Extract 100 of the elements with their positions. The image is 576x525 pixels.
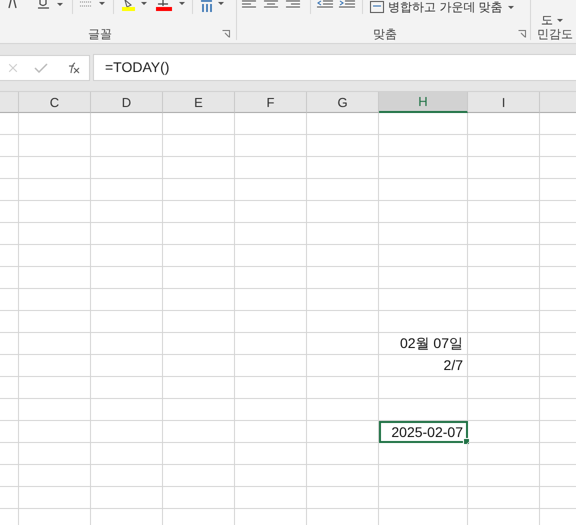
- table-cell[interactable]: [91, 399, 163, 421]
- table-cell[interactable]: [0, 223, 19, 245]
- table-cell[interactable]: [235, 465, 307, 487]
- table-cell[interactable]: [0, 487, 19, 509]
- table-cell[interactable]: [91, 333, 163, 355]
- table-cell[interactable]: [235, 201, 307, 223]
- table-cell[interactable]: [91, 223, 163, 245]
- table-cell[interactable]: [235, 355, 307, 377]
- table-cell[interactable]: [379, 267, 468, 289]
- table-cell[interactable]: [163, 311, 235, 333]
- table-cell[interactable]: [91, 201, 163, 223]
- table-cell[interactable]: [235, 245, 307, 267]
- table-cell[interactable]: [91, 135, 163, 157]
- table-cell[interactable]: [0, 443, 19, 465]
- table-cell[interactable]: [468, 311, 540, 333]
- table-cell[interactable]: [307, 157, 379, 179]
- table-cell[interactable]: [0, 135, 19, 157]
- table-cell[interactable]: [163, 443, 235, 465]
- table-cell[interactable]: [91, 245, 163, 267]
- table-cell[interactable]: [468, 135, 540, 157]
- table-cell[interactable]: [468, 487, 540, 509]
- column-header[interactable]: D: [91, 92, 163, 113]
- table-cell[interactable]: [0, 421, 19, 443]
- table-cell[interactable]: [307, 267, 379, 289]
- table-cell[interactable]: [307, 135, 379, 157]
- table-cell[interactable]: [163, 135, 235, 157]
- table-cell[interactable]: [91, 311, 163, 333]
- enter-check-icon[interactable]: [34, 62, 48, 72]
- table-cell[interactable]: [468, 245, 540, 267]
- table-cell[interactable]: [307, 487, 379, 509]
- table-cell[interactable]: [91, 421, 163, 443]
- table-cell[interactable]: [0, 355, 19, 377]
- table-cell[interactable]: [91, 465, 163, 487]
- table-cell[interactable]: [163, 377, 235, 399]
- table-cell[interactable]: [468, 201, 540, 223]
- column-header[interactable]: H: [379, 92, 468, 113]
- table-cell[interactable]: [19, 179, 91, 201]
- table-cell[interactable]: [307, 311, 379, 333]
- table-cell[interactable]: [468, 333, 540, 355]
- table-cell[interactable]: [379, 377, 468, 399]
- table-cell[interactable]: [468, 157, 540, 179]
- table-cell[interactable]: [163, 201, 235, 223]
- table-cell[interactable]: [19, 223, 91, 245]
- table-cell[interactable]: [379, 289, 468, 311]
- table-cell[interactable]: [163, 245, 235, 267]
- dialog-launcher-icon[interactable]: [222, 30, 230, 38]
- table-cell[interactable]: [468, 465, 540, 487]
- column-header[interactable]: E: [163, 92, 235, 113]
- table-cell[interactable]: [307, 289, 379, 311]
- table-cell[interactable]: [307, 179, 379, 201]
- table-cell[interactable]: [19, 333, 91, 355]
- font-color-icon[interactable]: [156, 0, 186, 12]
- align-right-icon[interactable]: [286, 0, 300, 8]
- table-cell[interactable]: [91, 443, 163, 465]
- table-cell[interactable]: [468, 179, 540, 201]
- table-cell[interactable]: [19, 443, 91, 465]
- table-cell[interactable]: [468, 289, 540, 311]
- table-cell[interactable]: [0, 311, 19, 333]
- table-cell[interactable]: [163, 421, 235, 443]
- table-cell[interactable]: [0, 179, 19, 201]
- table-cell[interactable]: [235, 421, 307, 443]
- column-header[interactable]: C: [19, 92, 91, 113]
- table-cell[interactable]: [307, 465, 379, 487]
- table-cell[interactable]: [91, 157, 163, 179]
- table-cell[interactable]: [468, 113, 540, 135]
- column-header[interactable]: I: [468, 92, 540, 113]
- table-cell[interactable]: [379, 311, 468, 333]
- table-cell[interactable]: [307, 223, 379, 245]
- table-cell[interactable]: [379, 487, 468, 509]
- table-cell[interactable]: [19, 113, 91, 135]
- table-cell[interactable]: [163, 223, 235, 245]
- table-cell[interactable]: [468, 355, 540, 377]
- table-cell[interactable]: [0, 201, 19, 223]
- table-cell[interactable]: [19, 465, 91, 487]
- table-cell[interactable]: [468, 267, 540, 289]
- table-cell[interactable]: [0, 245, 19, 267]
- table-cell[interactable]: 2/7: [379, 355, 468, 377]
- table-cell[interactable]: [235, 289, 307, 311]
- table-cell[interactable]: [235, 333, 307, 355]
- table-cell[interactable]: [307, 355, 379, 377]
- table-cell[interactable]: [379, 113, 468, 135]
- table-cell[interactable]: [19, 201, 91, 223]
- phonetic-icon[interactable]: [199, 0, 225, 12]
- underline-icon[interactable]: [38, 0, 64, 10]
- column-header[interactable]: G: [307, 92, 379, 113]
- table-cell[interactable]: [19, 289, 91, 311]
- table-cell[interactable]: [163, 267, 235, 289]
- merge-center-button[interactable]: 병합하고 가운데 맞춤: [368, 0, 517, 14]
- table-cell[interactable]: [235, 443, 307, 465]
- table-cell[interactable]: [235, 157, 307, 179]
- table-cell[interactable]: 02월 07일: [379, 333, 468, 355]
- table-cell[interactable]: [163, 355, 235, 377]
- table-cell[interactable]: [379, 223, 468, 245]
- table-cell[interactable]: [91, 487, 163, 509]
- table-cell[interactable]: [307, 245, 379, 267]
- increase-indent-icon[interactable]: [339, 0, 355, 8]
- table-cell[interactable]: [379, 465, 468, 487]
- table-cell[interactable]: [163, 289, 235, 311]
- table-cell[interactable]: [91, 355, 163, 377]
- table-cell[interactable]: [163, 399, 235, 421]
